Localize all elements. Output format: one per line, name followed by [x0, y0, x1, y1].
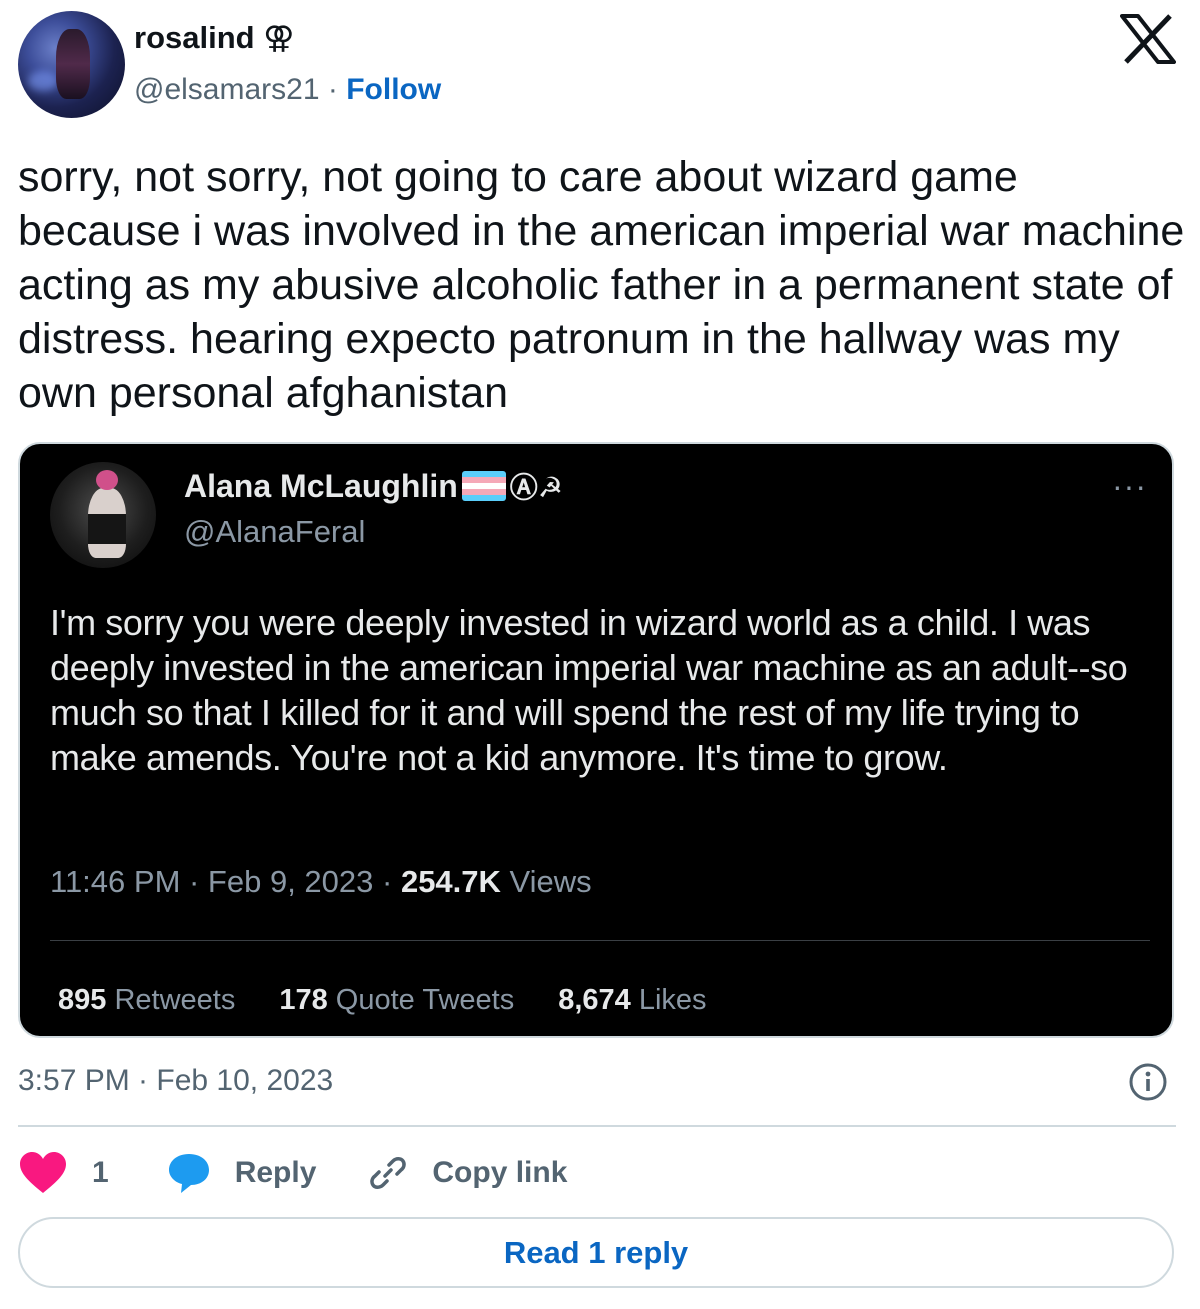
reply-button[interactable]: Reply — [167, 1152, 317, 1194]
author-name-text: rosalind — [134, 20, 255, 55]
author-display-name[interactable]: rosalind ⚢ — [134, 20, 294, 56]
author-avatar[interactable] — [18, 11, 125, 118]
quoted-tweet-time: 11:46 PM · Feb 9, 2023 · — [50, 864, 401, 899]
heart-icon — [20, 1152, 66, 1193]
tweet-text: sorry, not sorry, not going to care abou… — [18, 153, 1185, 417]
quoted-author-symbols: Ⓐ☭ — [509, 472, 563, 503]
author-name-symbol: ⚢ — [263, 20, 295, 55]
views-count: 254.7K — [400, 864, 501, 899]
read-replies-button[interactable]: Read 1 reply — [18, 1217, 1174, 1288]
quoted-author-handle[interactable]: @AlanaFeral — [184, 514, 365, 550]
info-icon[interactable] — [1128, 1062, 1168, 1102]
follow-button[interactable]: Follow — [346, 73, 441, 106]
separator-dot: · — [327, 73, 338, 106]
quoted-tweet-meta: 11:46 PM · Feb 9, 2023 · 254.7K Views — [50, 864, 592, 900]
retweets-stat[interactable]: 895 Retweets — [58, 984, 235, 1017]
action-bar: 1 Reply Copy link — [18, 1148, 567, 1198]
action-divider — [18, 1125, 1176, 1127]
quoted-tweet-card[interactable]: Alana McLaughlin Ⓐ☭ @AlanaFeral ··· I'm … — [18, 442, 1174, 1038]
copy-link-label: Copy link — [432, 1156, 568, 1189]
x-logo-icon[interactable] — [1120, 14, 1176, 64]
reply-label: Reply — [234, 1156, 317, 1189]
copy-link-button[interactable]: Copy link — [368, 1153, 567, 1193]
trans-flag-icon — [461, 471, 506, 501]
like-button[interactable]: 1 — [18, 1151, 109, 1195]
tweet-timestamp[interactable]: 3:57 PM · Feb 10, 2023 — [18, 1064, 333, 1098]
quoted-author-name-text: Alana McLaughlin — [184, 467, 458, 504]
reply-bubble-icon — [168, 1154, 209, 1193]
quoted-author-name[interactable]: Alana McLaughlin Ⓐ☭ — [184, 466, 563, 506]
likes-stat[interactable]: 8,674 Likes — [558, 984, 706, 1017]
like-count: 1 — [92, 1156, 109, 1189]
quoted-divider — [50, 940, 1150, 941]
quoted-author-avatar[interactable] — [50, 462, 156, 568]
link-icon — [370, 1157, 407, 1189]
views-label: Views — [500, 864, 592, 899]
author-handle[interactable]: @elsamars21 — [134, 73, 320, 106]
quoted-tweet-text: I'm sorry you were deeply invested in wi… — [50, 602, 1128, 778]
quote-tweets-stat[interactable]: 178 Quote Tweets — [279, 984, 514, 1017]
ellipsis-icon[interactable]: ··· — [1112, 468, 1147, 505]
quoted-tweet-stats: 895 Retweets 178 Quote Tweets 8,674 Like… — [58, 984, 707, 1017]
author-handle-row: @elsamars21 · Follow — [134, 73, 441, 107]
